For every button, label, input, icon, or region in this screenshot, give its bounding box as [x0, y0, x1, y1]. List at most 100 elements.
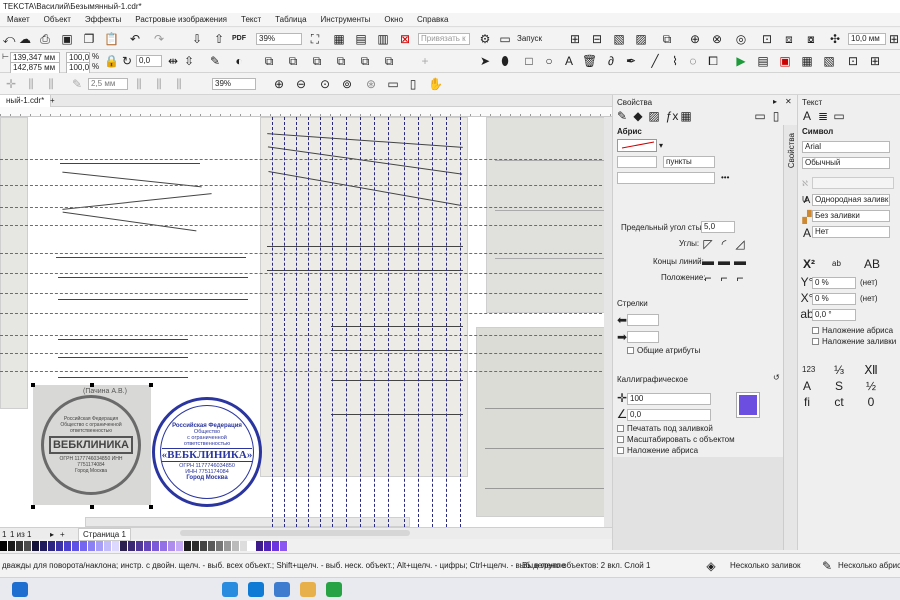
frame-tab-icon[interactable]: ▭: [753, 109, 767, 123]
ecg-photo-right-top[interactable]: [486, 117, 612, 313]
outline-tab-icon[interactable]: ✎: [615, 109, 629, 123]
corner-bevel-icon[interactable]: ◿: [733, 237, 747, 251]
selection-handle[interactable]: [31, 505, 35, 509]
palette-swatch[interactable]: [56, 541, 64, 551]
delete-icon[interactable]: 🗑: [582, 54, 597, 68]
character-tab-icon[interactable]: A: [800, 109, 814, 123]
shared-attributes-checkbox[interactable]: [627, 347, 634, 354]
front-minus-back-icon[interactable]: ⧈: [782, 32, 796, 46]
start-icon[interactable]: [12, 582, 28, 597]
guideline-vertical[interactable]: [284, 117, 285, 527]
cloud-upload-icon[interactable]: ☁: [18, 32, 32, 46]
copy-icon[interactable]: ❐: [82, 32, 96, 46]
scale-with-object-checkbox[interactable]: [617, 436, 624, 443]
lock-ratio-icon[interactable]: 🔒: [104, 54, 119, 68]
palette-swatch[interactable]: [248, 541, 256, 551]
freehand-tool-icon[interactable]: ∂: [604, 54, 618, 68]
guideline-vertical[interactable]: [460, 117, 461, 527]
guideline-vertical[interactable]: [308, 117, 309, 527]
ecg-photo-right-bottom[interactable]: [476, 327, 612, 517]
ellipse-tool-icon[interactable]: ○: [542, 54, 556, 68]
palette-swatch[interactable]: [144, 541, 152, 551]
palette-swatch[interactable]: [160, 541, 168, 551]
palette-swatch[interactable]: [208, 541, 216, 551]
shape-tool-icon[interactable]: ⬮: [498, 54, 512, 68]
palette-swatch[interactable]: [272, 541, 280, 551]
text-overprint-fill-checkbox[interactable]: [812, 338, 819, 345]
group-icon[interactable]: ▨: [634, 32, 648, 46]
line-style-more-icon[interactable]: •••: [721, 173, 729, 182]
distribute-icon[interactable]: ⊟: [590, 32, 604, 46]
outline-color-picker[interactable]: [617, 139, 657, 152]
outline-width-dropdown[interactable]: [617, 156, 657, 168]
page-tab[interactable]: Страница 1: [78, 528, 131, 541]
position-center-icon[interactable]: ⌐: [717, 271, 731, 285]
mirror-horizontal-icon[interactable]: ⇹: [166, 54, 180, 68]
palette-swatch[interactable]: [176, 541, 184, 551]
palette-swatch[interactable]: [232, 541, 240, 551]
palette-swatch[interactable]: [280, 541, 288, 551]
palette-swatch[interactable]: [200, 541, 208, 551]
palette-swatch[interactable]: [240, 541, 248, 551]
snap-to-dropdown[interactable]: Привязать к: [418, 33, 470, 45]
palette-swatch[interactable]: [24, 541, 32, 551]
cut-icon[interactable]: ▣: [60, 32, 74, 46]
all-caps-icon[interactable]: AB: [864, 257, 880, 271]
selection-handle[interactable]: [90, 383, 94, 387]
palette-swatch[interactable]: [152, 541, 160, 551]
zoom-width-icon[interactable]: ▭: [386, 77, 400, 91]
launch-icon[interactable]: ▭: [498, 32, 512, 46]
zoom-level-field[interactable]: 39%: [256, 33, 302, 45]
menu-tools[interactable]: Инструменты: [314, 13, 378, 27]
print-under-fill-checkbox[interactable]: [617, 425, 624, 432]
edge-browser-icon[interactable]: [248, 582, 264, 597]
small-caps-icon[interactable]: ab: [832, 259, 841, 268]
align-h-icon[interactable]: ⫼: [44, 77, 58, 91]
contextual-icon[interactable]: ½: [864, 379, 878, 393]
weld-prop-icon[interactable]: ⧉: [262, 54, 276, 68]
panel-menu-icon[interactable]: ▸: [773, 97, 777, 106]
menu-text[interactable]: Текст: [234, 13, 268, 27]
rulers-icon[interactable]: ▦: [332, 32, 346, 46]
outline-width-field[interactable]: 2,5 мм: [88, 78, 128, 90]
page-first-icon[interactable]: 1: [2, 529, 6, 540]
palette-swatch[interactable]: [88, 541, 96, 551]
vertical-scrollbar[interactable]: [604, 117, 612, 527]
guideline-horizontal[interactable]: [0, 353, 612, 354]
text-tool-icon[interactable]: A: [562, 54, 576, 68]
combine-icon[interactable]: ⧉: [660, 32, 674, 46]
print-icon[interactable]: ⎙: [38, 32, 52, 46]
nudge-distance-field[interactable]: 10,0 мм: [848, 33, 886, 45]
transparency-tab-icon[interactable]: ▨: [647, 109, 661, 123]
bitmap-tab-icon[interactable]: ▦: [679, 109, 693, 123]
stylistic-set-icon[interactable]: S: [832, 379, 846, 393]
spacing-icon[interactable]: ⫼: [172, 77, 186, 91]
menu-layout[interactable]: Макет: [0, 13, 37, 27]
distribute-v-icon[interactable]: ⫼: [152, 77, 166, 91]
pan-icon[interactable]: ✋: [428, 77, 443, 91]
rectangle-tool-icon[interactable]: □: [522, 54, 536, 68]
menu-table[interactable]: Таблица: [268, 13, 313, 27]
palette-swatch[interactable]: [192, 541, 200, 551]
file-explorer-icon[interactable]: [300, 582, 316, 597]
undo-arc-icon[interactable]: ⤺: [2, 32, 16, 46]
coreldraw-icon[interactable]: [326, 582, 342, 597]
palette-swatch[interactable]: [264, 541, 272, 551]
y-offset-field[interactable]: 0 %: [812, 293, 856, 305]
x-offset-field[interactable]: 0 %: [812, 277, 856, 289]
palette-swatch[interactable]: [216, 541, 224, 551]
palette-swatch[interactable]: [136, 541, 144, 551]
zoom-level-field-2[interactable]: 39%: [212, 78, 256, 90]
guideline-horizontal[interactable]: [0, 207, 612, 208]
run-macro-icon[interactable]: ▶: [734, 54, 748, 68]
guideline-horizontal[interactable]: [0, 159, 612, 160]
store-icon[interactable]: [274, 582, 290, 597]
stamp-vector-right[interactable]: Российская Федерация Общество с ограниче…: [152, 397, 262, 507]
guideline-vertical[interactable]: [388, 117, 389, 527]
selection-handle[interactable]: [90, 505, 94, 509]
stamp-photo-left[interactable]: (Пачина А.В.) Российская Федерация Общес…: [33, 385, 151, 505]
trim-icon[interactable]: ⊗: [710, 32, 724, 46]
align-v-icon[interactable]: ⫼: [24, 77, 38, 91]
guideline-vertical[interactable]: [404, 117, 405, 527]
redo-icon[interactable]: ↷: [152, 32, 166, 46]
